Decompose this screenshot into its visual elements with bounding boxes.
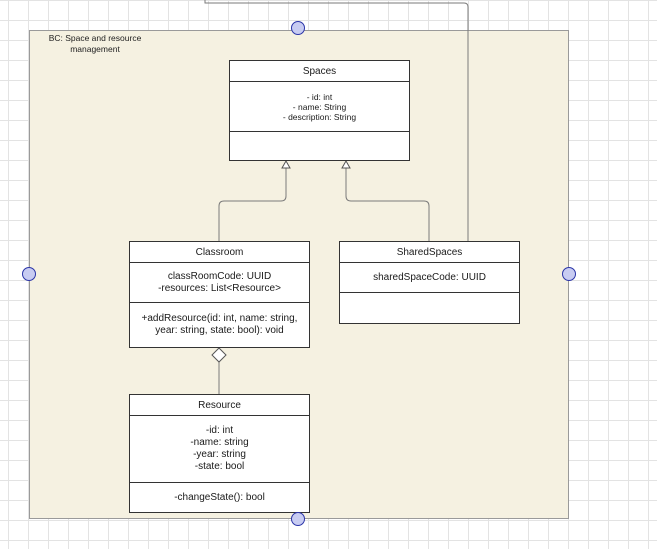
- class-sharedspaces-operations: [340, 293, 519, 323]
- operation: +addResource(id: int, name: string,: [141, 313, 298, 324]
- resize-handle-right[interactable]: [562, 267, 576, 281]
- class-resource-operations: -changeState(): bool: [130, 483, 309, 512]
- attribute: -id: int: [205, 425, 234, 436]
- operation: -changeState(): bool: [174, 491, 265, 503]
- attribute: -state: bool: [194, 461, 245, 472]
- class-classroom-attributes: classRoomCode: UUID -resources: List<Res…: [130, 263, 309, 303]
- attribute: classRoomCode: UUID: [167, 270, 272, 282]
- attribute: -resources: List<Resource>: [158, 282, 281, 294]
- class-classroom-header: Classroom: [130, 242, 309, 263]
- class-resource-header: Resource: [130, 395, 309, 416]
- sharedspaces-generalization-arrowhead: [341, 159, 351, 169]
- class-name: Spaces: [302, 65, 337, 77]
- classroom-generalization-line: [218, 168, 287, 241]
- attribute: -year: string: [193, 449, 246, 460]
- class-resource-attributes: -id: int -name: string -year: string -st…: [130, 416, 309, 483]
- class-sharedspaces-header: SharedSpaces: [340, 242, 519, 263]
- aggregation-diamond: [211, 347, 227, 363]
- class-classroom[interactable]: Classroom classRoomCode: UUID -resources…: [129, 241, 310, 348]
- sharedspaces-generalization-line: [345, 168, 430, 241]
- resize-handle-bottom[interactable]: [291, 512, 305, 526]
- attribute: - name: String: [292, 101, 347, 112]
- class-spaces-operations: [230, 132, 409, 160]
- class-name: SharedSpaces: [396, 246, 463, 258]
- class-sharedspaces[interactable]: SharedSpaces sharedSpaceCode: UUID: [339, 241, 520, 324]
- class-name: Classroom: [195, 246, 244, 258]
- resize-handle-left[interactable]: [22, 267, 36, 281]
- class-name: Resource: [198, 399, 241, 411]
- operation: year: string, state: bool): void: [155, 325, 284, 336]
- classroom-generalization-arrowhead: [281, 159, 291, 169]
- class-sharedspaces-attributes: sharedSpaceCode: UUID: [340, 263, 519, 293]
- attribute: -name: string: [190, 437, 249, 448]
- resize-handle-top[interactable]: [291, 21, 305, 35]
- class-spaces-header: Spaces: [230, 61, 409, 82]
- class-spaces[interactable]: Spaces - id: int - name: String - descri…: [229, 60, 410, 161]
- attribute: - description: String: [282, 111, 357, 122]
- class-spaces-attributes: - id: int - name: String - description: …: [230, 82, 409, 132]
- class-classroom-operations: +addResource(id: int, name: string, year…: [130, 303, 309, 347]
- attribute: - id: int: [306, 91, 333, 102]
- attribute: sharedSpaceCode: UUID: [373, 271, 486, 283]
- class-resource[interactable]: Resource -id: int -name: string -year: s…: [129, 394, 310, 513]
